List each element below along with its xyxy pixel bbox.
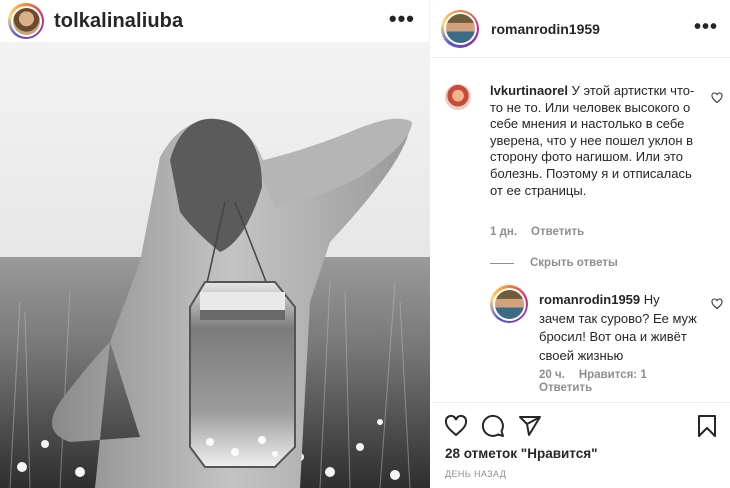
comment2-likes[interactable]: Нравится: 1 [579, 369, 647, 381]
comment2-reply-button[interactable]: Ответить [539, 382, 592, 394]
comment1-meta: 1 дн. Ответить [490, 226, 598, 238]
post-actions: 28 отметок "Нравится" ДЕНЬ НАЗАД [431, 402, 730, 488]
comment2-time: 20 ч. [539, 369, 565, 381]
comment1: lvkurtinaorel У этой артистки что-то не … [490, 83, 706, 199]
post-photo[interactable] [0, 42, 430, 488]
post-panel: tolkalinaliuba ••• [0, 0, 430, 488]
hide-replies-button[interactable]: Скрыть ответы [490, 257, 618, 269]
post-date: ДЕНЬ НАЗАД [445, 469, 507, 479]
divider [490, 262, 514, 264]
heart-icon[interactable] [444, 414, 468, 438]
post-author-username[interactable]: tolkalinaliuba [54, 10, 183, 33]
comment2: romanrodin1959 Ну зачем так сурово? Ее м… [539, 291, 699, 365]
likes-count[interactable]: 28 отметок "Нравится" [445, 446, 598, 461]
header-more-icon[interactable]: ••• [694, 16, 718, 39]
post-author-avatar[interactable] [8, 3, 44, 39]
commenter-avatar[interactable] [441, 9, 479, 48]
comment1-time: 1 дн. [490, 226, 518, 238]
comment2-avatar[interactable] [490, 285, 528, 323]
header-username[interactable]: romanrodin1959 [491, 21, 600, 37]
comments-panel: romanrodin1959 ••• lvkurtinaorel У этой … [431, 0, 730, 488]
comment2-username[interactable]: romanrodin1959 [539, 292, 640, 307]
comment1-reply-button[interactable]: Ответить [531, 226, 584, 238]
comment1-avatar[interactable] [445, 84, 471, 110]
comment1-text: У этой артистки что-то не то. Или челове… [490, 83, 695, 198]
share-icon[interactable] [518, 414, 542, 438]
comments-header: romanrodin1959 ••• [431, 0, 730, 58]
post-header: tolkalinaliuba ••• [0, 0, 429, 42]
comment1-username[interactable]: lvkurtinaorel [490, 83, 568, 98]
comment2-like-heart-icon[interactable] [711, 298, 723, 310]
more-options-icon[interactable]: ••• [389, 6, 415, 32]
comment-icon[interactable] [481, 414, 505, 438]
comment2-meta: 20 ч. Нравится: 1 Ответить [539, 369, 661, 395]
comment1-like-heart-icon[interactable] [711, 92, 723, 104]
bookmark-icon[interactable] [695, 414, 719, 438]
photo-artwork [0, 42, 430, 488]
hide-replies-label: Скрыть ответы [530, 257, 618, 269]
